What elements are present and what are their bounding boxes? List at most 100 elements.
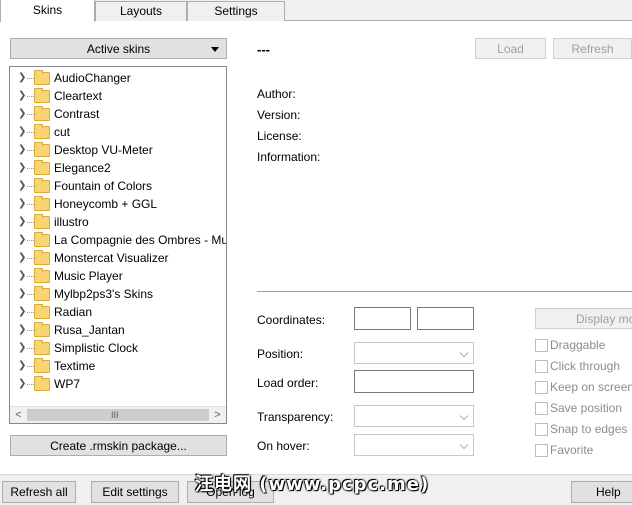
tree-item[interactable]: ❯ La Compagnie des Ombres - Mu <box>10 231 226 249</box>
folder-icon <box>34 142 50 157</box>
on-hover-select[interactable] <box>354 434 474 456</box>
tree-item[interactable]: ❯ Music Player <box>10 267 226 285</box>
tree-item-label: Radian <box>54 305 93 319</box>
create-rmskin-button[interactable]: Create .rmskin package... <box>10 435 227 456</box>
load-button[interactable]: Load <box>475 38 546 59</box>
chevron-right-icon[interactable]: ❯ <box>18 288 26 299</box>
tree-item[interactable]: ❯ Contrast <box>10 105 226 123</box>
tree-connector <box>27 96 34 97</box>
checkbox-label: Favorite <box>550 443 594 457</box>
folder-icon <box>34 214 50 229</box>
version-label: Version: <box>257 108 301 122</box>
tree-connector <box>27 132 34 133</box>
tree-item[interactable]: ❯ Radian <box>10 303 226 321</box>
tree-item[interactable]: ❯ Rusa_Jantan <box>10 321 226 339</box>
checkbox-label: Snap to edges <box>550 422 628 436</box>
chevron-right-icon[interactable]: ❯ <box>18 126 26 137</box>
tab-settings[interactable]: Settings <box>187 1 285 21</box>
help-button[interactable]: Help <box>571 481 632 503</box>
chevron-right-icon[interactable]: ❯ <box>18 342 26 353</box>
tree-item[interactable]: ❯ AudioChanger <box>10 69 226 87</box>
folder-icon <box>34 232 50 247</box>
checkbox-box[interactable] <box>535 423 548 436</box>
display-monitor-button[interactable]: Display mo <box>535 308 632 329</box>
transparency-select[interactable] <box>354 405 474 427</box>
chevron-right-icon[interactable]: ❯ <box>18 378 26 389</box>
scroll-left-icon[interactable]: < <box>10 407 27 423</box>
chevron-down-icon <box>459 440 469 450</box>
chevron-right-icon[interactable]: ❯ <box>18 72 26 83</box>
tab-layouts[interactable]: Layouts <box>95 1 187 21</box>
scrollbar-thumb[interactable]: III <box>27 409 209 421</box>
chevron-right-icon[interactable]: ❯ <box>18 234 26 245</box>
tree-item-label: Desktop VU-Meter <box>54 143 153 157</box>
transparency-label: Transparency: <box>257 410 334 424</box>
skins-tree[interactable]: ❯ WP7 ❯ Textime ❯ Simplistic Clock ❯ Rusa_Janta… <box>9 66 227 424</box>
tree-item-label: Simplistic Clock <box>54 341 139 355</box>
checkbox-box[interactable] <box>535 402 548 415</box>
section-divider <box>257 291 632 292</box>
tree-connector <box>27 168 34 169</box>
load-order-input[interactable] <box>354 370 474 393</box>
chevron-right-icon[interactable]: ❯ <box>18 306 26 317</box>
checkbox-box[interactable] <box>535 360 548 373</box>
tree-item-label: Textime <box>54 359 96 373</box>
refresh-button[interactable]: Refresh <box>553 38 632 59</box>
position-select[interactable] <box>354 342 474 364</box>
checkbox-label: Draggable <box>550 338 606 352</box>
checkbox-box[interactable] <box>535 444 548 457</box>
tree-connector <box>27 186 34 187</box>
tab-skins[interactable]: Skins <box>0 0 95 22</box>
tree-item-label: Cleartext <box>54 89 103 103</box>
chevron-right-icon[interactable]: ❯ <box>18 216 26 227</box>
checkbox-box[interactable] <box>535 339 548 352</box>
tree-connector <box>27 294 34 295</box>
tree-item[interactable]: ❯ illustro <box>10 213 226 231</box>
tree-item[interactable]: ❯ Monstercat Visualizer <box>10 249 226 267</box>
coordinate-y-input[interactable] <box>417 307 474 330</box>
tree-item-label: WP7 <box>54 377 81 391</box>
coordinate-x-input[interactable] <box>354 307 411 330</box>
horizontal-scrollbar[interactable]: < III > <box>10 406 226 423</box>
tree-connector <box>27 240 34 241</box>
tree-item[interactable]: ❯ Desktop VU-Meter <box>10 141 226 159</box>
tree-item-label: Elegance2 <box>54 161 111 175</box>
tree-item[interactable]: ❯ Textime <box>10 357 226 375</box>
active-skins-label: Active skins <box>86 42 151 56</box>
watermark: 汪电网 (www.pcpc.me) <box>195 474 430 495</box>
chevron-right-icon[interactable]: ❯ <box>18 324 26 335</box>
scroll-right-icon[interactable]: > <box>209 407 226 423</box>
chevron-right-icon[interactable]: ❯ <box>18 108 26 119</box>
tree-item[interactable]: ❯ Simplistic Clock <box>10 339 226 357</box>
tree-item[interactable]: ❯ Fountain of Colors <box>10 177 226 195</box>
chevron-right-icon[interactable]: ❯ <box>18 180 26 191</box>
folder-icon <box>34 160 50 175</box>
tree-item-label: Mylbp2ps3's Skins <box>54 287 153 301</box>
chevron-right-icon[interactable]: ❯ <box>18 270 26 281</box>
tree-item[interactable]: ❯ Honeycomb + GGL <box>10 195 226 213</box>
tree-item[interactable]: ❯ Cleartext <box>10 87 226 105</box>
chevron-right-icon[interactable]: ❯ <box>18 144 26 155</box>
chevron-right-icon[interactable]: ❯ <box>18 162 26 173</box>
chevron-right-icon[interactable]: ❯ <box>18 252 26 263</box>
author-label: Author: <box>257 87 296 101</box>
scrollbar-grip: III <box>111 410 119 420</box>
checkbox-box[interactable] <box>535 381 548 394</box>
active-skins-dropdown[interactable]: Active skins <box>10 38 227 59</box>
tree-item-label: Fountain of Colors <box>54 179 153 193</box>
tree-connector <box>27 366 34 367</box>
tree-connector <box>27 222 34 223</box>
tree-item[interactable]: ❯ WP7 <box>10 375 226 393</box>
chevron-right-icon[interactable]: ❯ <box>18 90 26 101</box>
folder-icon <box>34 250 50 265</box>
edit-settings-button[interactable]: Edit settings <box>91 481 179 503</box>
tree-item[interactable]: ❯ cut <box>10 123 226 141</box>
information-label: Information: <box>257 150 321 164</box>
tree-item-label: Music Player <box>54 269 123 283</box>
chevron-right-icon[interactable]: ❯ <box>18 198 26 209</box>
checkbox-label: Save position <box>550 401 623 415</box>
refresh-all-button[interactable]: Refresh all <box>2 481 76 503</box>
tree-item[interactable]: ❯ Mylbp2ps3's Skins <box>10 285 226 303</box>
tree-item[interactable]: ❯ Elegance2 <box>10 159 226 177</box>
chevron-right-icon[interactable]: ❯ <box>18 360 26 371</box>
